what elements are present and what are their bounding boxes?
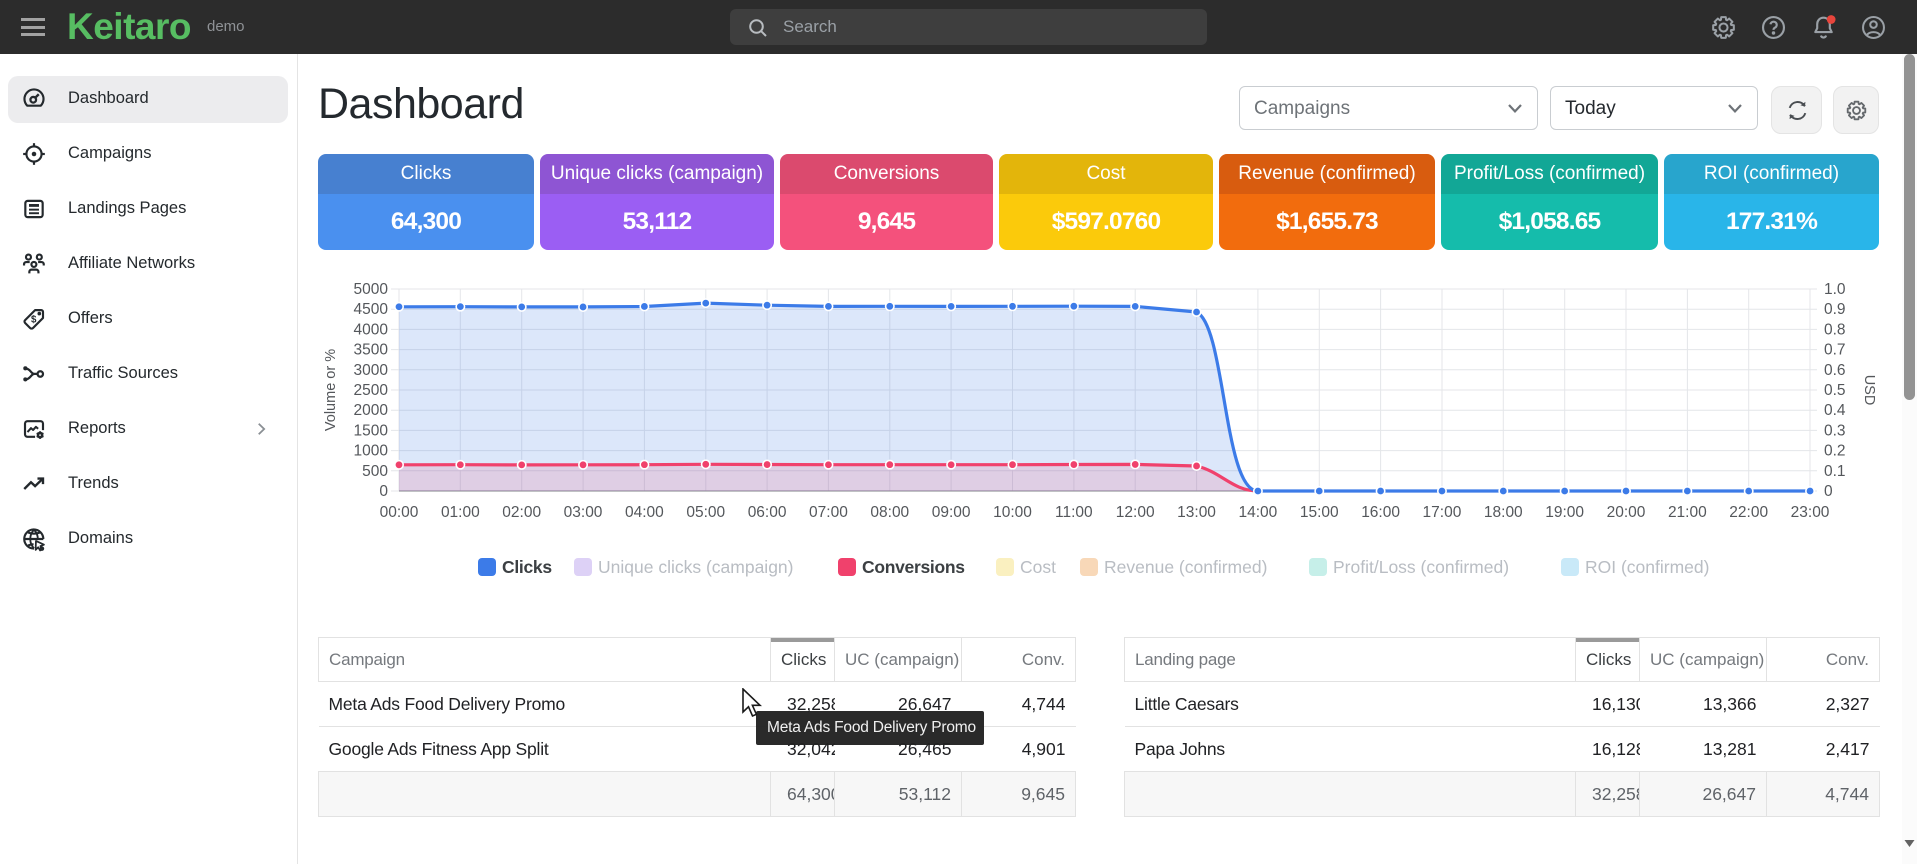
svg-text:01:00: 01:00 [441,504,480,521]
svg-text:08:00: 08:00 [870,504,909,521]
svg-text:09:00: 09:00 [932,504,971,521]
svg-text:02:00: 02:00 [502,504,541,521]
svg-text:14:00: 14:00 [1239,504,1278,521]
svg-text:03:00: 03:00 [564,504,603,521]
svg-text:15:00: 15:00 [1300,504,1339,521]
svg-text:0.8: 0.8 [1824,321,1846,338]
svg-text:04:00: 04:00 [625,504,664,521]
svg-text:0.3: 0.3 [1824,422,1846,439]
svg-text:3000: 3000 [354,362,389,379]
svg-text:0.5: 0.5 [1824,382,1846,399]
svg-text:07:00: 07:00 [809,504,848,521]
svg-text:2000: 2000 [354,402,389,419]
svg-text:06:00: 06:00 [748,504,787,521]
svg-text:0: 0 [1824,483,1833,500]
svg-text:3500: 3500 [354,342,389,359]
svg-text:17:00: 17:00 [1423,504,1462,521]
svg-text:4000: 4000 [354,321,389,338]
svg-text:USD: USD [1861,375,1877,406]
svg-text:2500: 2500 [354,382,389,399]
svg-text:0.1: 0.1 [1824,463,1846,480]
svg-text:19:00: 19:00 [1545,504,1584,521]
svg-text:11:00: 11:00 [1055,504,1093,521]
svg-text:10:00: 10:00 [993,504,1032,521]
svg-text:0.2: 0.2 [1824,443,1846,460]
svg-text:500: 500 [362,463,388,480]
svg-text:00:00: 00:00 [380,504,419,521]
svg-text:12:00: 12:00 [1116,504,1155,521]
svg-text:20:00: 20:00 [1607,504,1646,521]
svg-text:1500: 1500 [354,422,389,439]
svg-text:0.4: 0.4 [1824,402,1846,419]
svg-text:21:00: 21:00 [1668,504,1707,521]
svg-text:23:00: 23:00 [1791,504,1830,521]
svg-text:13:00: 13:00 [1177,504,1216,521]
svg-text:4500: 4500 [354,301,389,318]
svg-text:1000: 1000 [354,443,389,460]
svg-text:0.7: 0.7 [1824,342,1846,359]
svg-text:5000: 5000 [354,281,389,298]
svg-text:0: 0 [379,483,388,500]
svg-text:05:00: 05:00 [686,504,725,521]
svg-text:1.0: 1.0 [1824,281,1846,298]
svg-text:22:00: 22:00 [1729,504,1768,521]
svg-text:$: $ [31,314,37,325]
svg-text:0.9: 0.9 [1824,301,1846,318]
svg-text:18:00: 18:00 [1484,504,1523,521]
svg-text:0.6: 0.6 [1824,362,1846,379]
svg-text:Volume or %: Volume or % [323,349,339,431]
svg-text:16:00: 16:00 [1361,504,1400,521]
